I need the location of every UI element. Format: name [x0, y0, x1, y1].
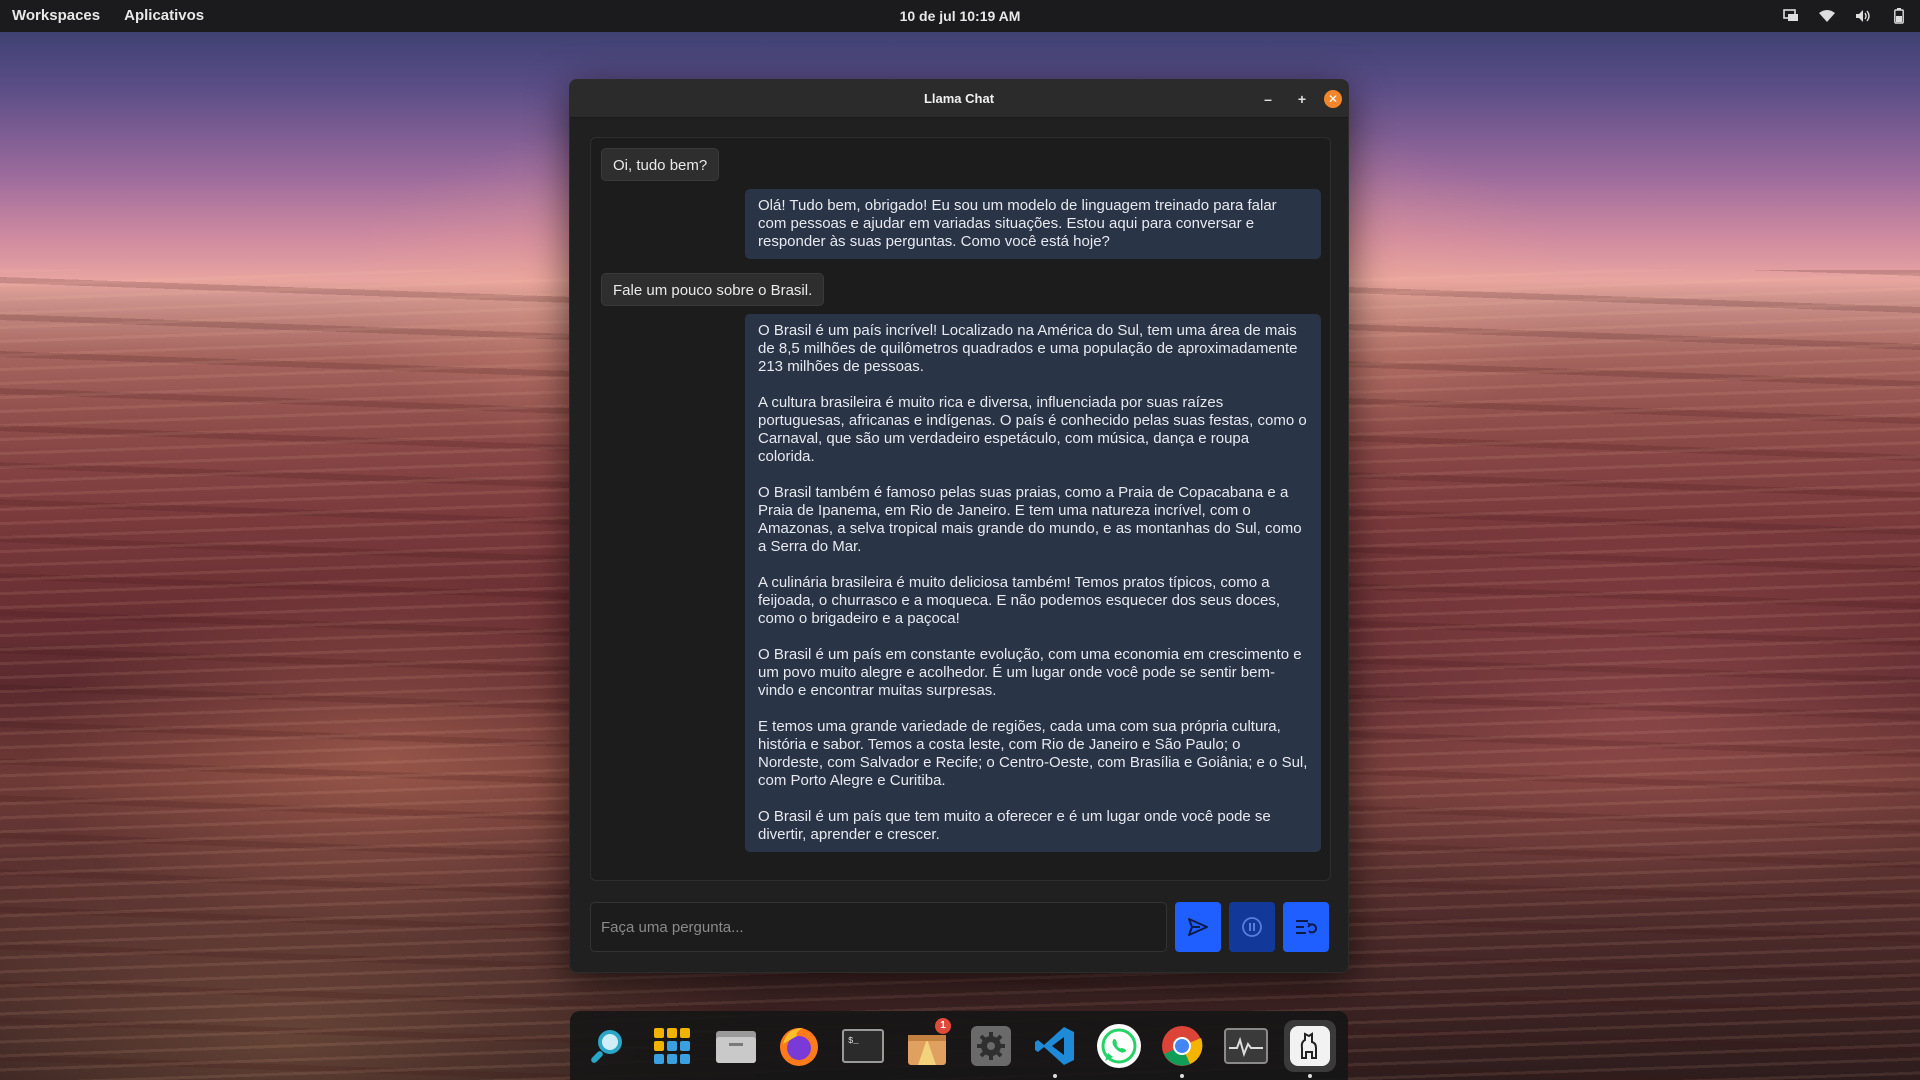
monitor-icon — [1224, 1027, 1269, 1064]
magnifier-icon — [591, 1029, 622, 1063]
chat-history[interactable]: Oi, tudo bem? Olá! Tudo bem, obrigado! E… — [590, 137, 1331, 881]
user-message: Oi, tudo bem? — [601, 148, 720, 181]
whatsapp-icon — [1096, 1023, 1141, 1068]
assistant-paragraph: E temos uma grande variedade de regiões,… — [758, 718, 1308, 789]
question-input[interactable] — [590, 902, 1167, 952]
volume-icon[interactable] — [1854, 8, 1872, 24]
gear-icon — [970, 1025, 1011, 1066]
dock-whatsapp[interactable] — [1093, 1020, 1145, 1072]
folder-icon — [715, 1030, 756, 1063]
llama-chat-window: Llama Chat – + ✕ Oi, tudo bem? Olá! Tudo… — [569, 79, 1349, 973]
svg-text:$_: $_ — [848, 1036, 859, 1046]
dock-system-monitor[interactable] — [1220, 1020, 1272, 1072]
assistant-paragraph: A culinária brasileira é muito deliciosa… — [758, 574, 1280, 627]
dock-search-app[interactable] — [582, 1020, 634, 1072]
pause-icon — [1242, 917, 1262, 937]
firefox-icon — [780, 1027, 819, 1066]
workspaces-button[interactable]: Workspaces — [0, 0, 112, 32]
dock-terminal[interactable]: $_ — [837, 1020, 889, 1072]
assistant-paragraph: O Brasil é um país que tem muito a ofere… — [758, 808, 1271, 843]
assistant-message: O Brasil é um país incrível! Localizado … — [745, 314, 1321, 852]
assistant-paragraph: Olá! Tudo bem, obrigado! Eu sou um model… — [758, 197, 1277, 250]
assistant-paragraph: A cultura brasileira é muito rica e dive… — [758, 394, 1307, 465]
top-bar: Workspaces Aplicativos 10 de jul 10:19 A… — [0, 0, 1920, 32]
grid-icon — [653, 1027, 690, 1064]
vscode-icon — [1034, 1026, 1074, 1065]
dock-firefox[interactable] — [773, 1020, 825, 1072]
assistant-paragraph: O Brasil também é famoso pelas suas prai… — [758, 484, 1302, 555]
applications-button[interactable]: Aplicativos — [112, 0, 216, 32]
dock-vscode[interactable] — [1029, 1020, 1081, 1078]
assistant-message: Olá! Tudo bem, obrigado! Eu sou um model… — [745, 189, 1321, 259]
maximize-button[interactable]: + — [1290, 87, 1314, 111]
dock-software-store[interactable]: 1 — [901, 1017, 953, 1072]
pause-button[interactable] — [1229, 902, 1275, 952]
dock-llama-chat[interactable] — [1284, 1019, 1337, 1078]
window-controls: – + ✕ — [1256, 80, 1342, 118]
display-icon[interactable] — [1782, 8, 1800, 24]
system-tray[interactable] — [1782, 0, 1908, 32]
send-button[interactable] — [1175, 902, 1221, 952]
running-indicator — [1052, 1073, 1057, 1078]
title-bar[interactable]: Llama Chat – + ✕ — [570, 80, 1348, 118]
dock-app-grid[interactable] — [646, 1020, 698, 1072]
wifi-icon[interactable] — [1818, 8, 1836, 24]
send-icon — [1188, 918, 1208, 936]
terminal-icon: $_ — [842, 1028, 885, 1063]
assistant-paragraph: O Brasil é um país incrível! Localizado … — [758, 322, 1298, 375]
clear-history-button[interactable] — [1283, 902, 1329, 952]
minimize-button[interactable]: – — [1256, 87, 1280, 111]
dock-settings[interactable] — [965, 1020, 1017, 1072]
running-indicator — [1308, 1073, 1313, 1078]
clock[interactable]: 10 de jul 10:19 AM — [900, 8, 1021, 24]
dock-files[interactable] — [710, 1020, 762, 1072]
assistant-paragraph: O Brasil é um país em constante evolução… — [758, 646, 1302, 699]
clear-list-icon — [1296, 920, 1317, 934]
close-button[interactable]: ✕ — [1324, 90, 1342, 108]
llama-icon — [1290, 1025, 1331, 1066]
chrome-icon — [1162, 1025, 1203, 1066]
running-indicator — [1180, 1073, 1185, 1078]
notification-badge: 1 — [935, 1017, 952, 1034]
user-message: Fale um pouco sobre o Brasil. — [601, 273, 825, 306]
composer — [590, 902, 1331, 952]
battery-icon[interactable] — [1890, 8, 1908, 24]
dock-chrome[interactable] — [1156, 1020, 1208, 1078]
dock: $_ 1 — [570, 1011, 1348, 1080]
window-title: Llama Chat — [923, 91, 995, 106]
